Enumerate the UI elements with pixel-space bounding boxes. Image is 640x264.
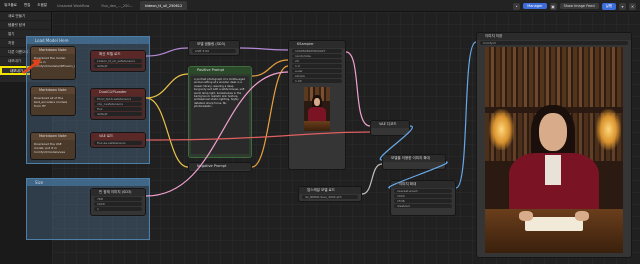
menu-edit[interactable]: 편집: [24, 3, 30, 8]
link-image: [379, 125, 413, 161]
top-bar-right: • Manager ▣ Show Image Feed 실행 ▾ ✕: [513, 0, 640, 12]
pointer-arrow-icon: [22, 59, 41, 74]
menu-help[interactable]: 도움말: [37, 3, 47, 8]
manager-button[interactable]: Manager: [523, 3, 547, 9]
node-canvas[interactable]: Load Model Here Size Markdown Note Downl…: [26, 12, 640, 264]
queue-dropdown-icon[interactable]: ▾: [619, 2, 626, 10]
menu-workflow[interactable]: 워크플로: [4, 3, 17, 8]
close-icon[interactable]: ✕: [629, 2, 636, 10]
link-negative: [251, 65, 289, 168]
top-bar: 워크플로 편집 도움말 Unsaved Workflow flux_dev_..…: [0, 0, 640, 12]
bell-icon[interactable]: •: [513, 2, 521, 10]
tab-kideon-workflow[interactable]: kideon_tt_ull_250612: [139, 1, 188, 10]
link-samples: [345, 51, 371, 127]
node-links: [145, 41, 477, 197]
comfyui-window: 워크플로 편집 도움말 Unsaved Workflow flux_dev_..…: [0, 0, 640, 264]
link-scaled: [455, 41, 477, 189]
tab-unsaved-workflow[interactable]: Unsaved Workflow: [52, 1, 94, 10]
show-image-feed-button[interactable]: Show Image Feed: [559, 3, 599, 9]
link-clip-negative: [145, 97, 189, 168]
link-model-to-ksampler: [239, 47, 289, 51]
menu-item-new[interactable]: 새로 만들기: [0, 12, 51, 21]
puzzle-icon[interactable]: ▣: [549, 2, 557, 10]
link-model: [145, 47, 189, 57]
menu-item-browse-templates[interactable]: 템플릿 탐색: [0, 21, 51, 30]
tab-flux-dev[interactable]: flux_dev_..._250...: [96, 1, 138, 10]
link-vae: [145, 131, 371, 141]
link-clip: [145, 73, 189, 99]
link-positive: [251, 59, 289, 77]
run-button[interactable]: 실행: [601, 2, 616, 10]
link-upscale-model: [361, 163, 383, 195]
link-upscaled: [388, 161, 448, 189]
